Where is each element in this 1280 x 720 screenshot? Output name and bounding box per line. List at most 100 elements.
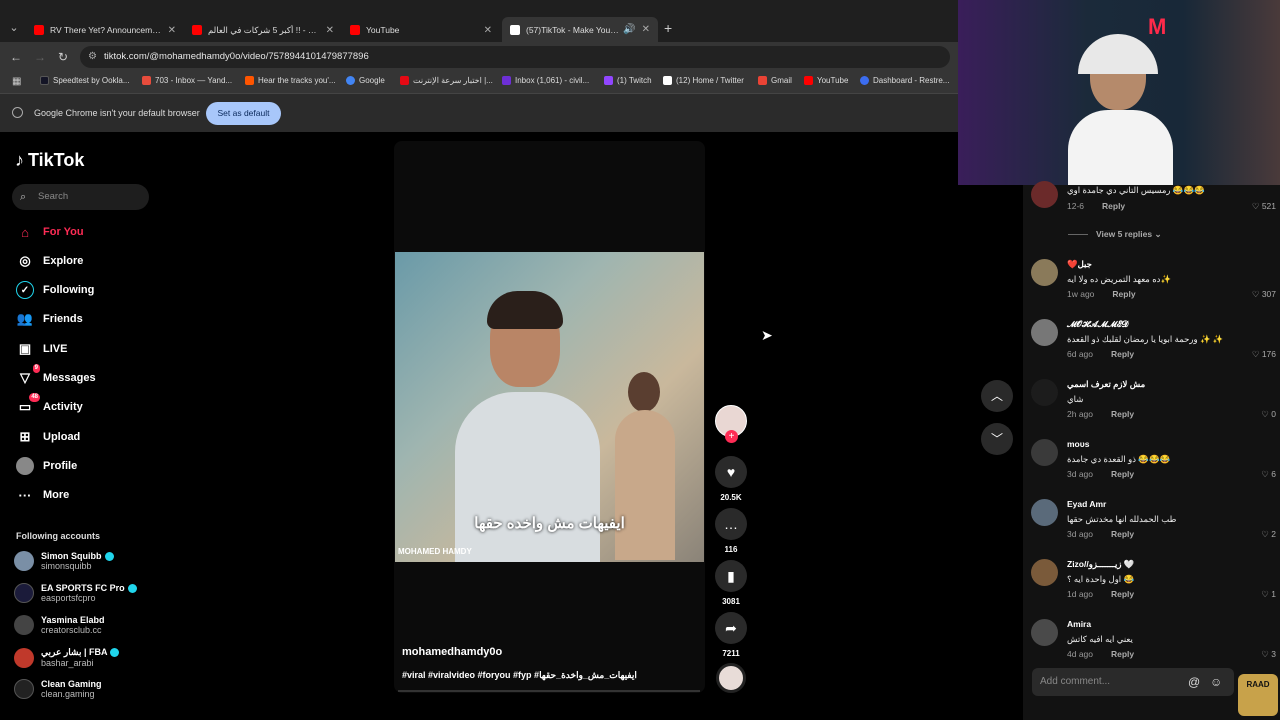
mention-icon[interactable]: @ xyxy=(1188,668,1200,696)
comment-like[interactable]: ♡ 176 xyxy=(1252,349,1276,360)
bookmark[interactable]: Dashboard - Restre... xyxy=(860,76,949,85)
bookmark[interactable]: Inbox (1,061) - civil... xyxy=(502,76,589,85)
apps-icon[interactable]: ▦ xyxy=(12,76,21,87)
following-account[interactable]: Simon Squibb simonsquibb xyxy=(14,551,114,571)
nav-for-you[interactable]: ⌂ For You xyxy=(16,223,83,241)
add-comment-input[interactable]: Add comment... @ ☺ xyxy=(1032,668,1234,696)
bookmark[interactable]: (1) Twitch xyxy=(604,76,652,85)
following-account[interactable]: EA SPORTS FC Pro easportsfcpro xyxy=(14,583,137,603)
speaker-icon[interactable]: 🔊 xyxy=(623,24,635,35)
streamer xyxy=(1068,34,1173,185)
reply-button[interactable]: Reply xyxy=(1111,529,1134,539)
avatar[interactable] xyxy=(1031,559,1058,586)
following-account[interactable]: Clean Gaming clean.gaming xyxy=(14,679,102,699)
save-count: 3081 xyxy=(722,597,740,606)
comment-like[interactable]: ♡ 6 xyxy=(1261,469,1276,480)
tiktok-logo[interactable]: ♪ TikTok xyxy=(15,150,84,171)
back-icon[interactable]: ← xyxy=(10,50,22,64)
close-tab-icon[interactable]: ✕ xyxy=(326,25,334,36)
previous-video-button[interactable]: ︿ xyxy=(981,380,1013,412)
site-info-icon[interactable]: ⚙ xyxy=(88,46,97,68)
creator-avatar[interactable]: + xyxy=(715,405,747,443)
heart-icon[interactable]: ♥ xyxy=(715,456,747,488)
tab-search-chevron-icon[interactable]: ⌄ xyxy=(6,20,22,36)
bookmark[interactable]: 703 - Inbox — Yand... xyxy=(142,76,232,85)
browser-tab[interactable]: RV There Yet? Announcement T ✕ xyxy=(26,19,184,41)
close-tab-icon[interactable]: ✕ xyxy=(642,24,650,35)
reply-button[interactable]: Reply xyxy=(1102,201,1125,211)
reload-icon[interactable]: ↻ xyxy=(58,50,68,64)
bookmark[interactable]: (12) Home / Twitter xyxy=(663,76,744,85)
browser-tab[interactable]: YouTube ✕ xyxy=(342,19,500,41)
save-action[interactable]: ▮ 3081 xyxy=(714,560,748,606)
avatar[interactable] xyxy=(1031,259,1058,286)
bookmark[interactable]: اختبار سرعة الإنترنت |... xyxy=(400,76,493,85)
comment-like[interactable]: ♡ 0 xyxy=(1261,409,1276,420)
nav-activity[interactable]: ▭ 48 Activity xyxy=(16,393,83,416)
avatar[interactable] xyxy=(1031,181,1058,208)
avatar[interactable] xyxy=(1031,319,1058,346)
like-action[interactable]: ♥ 20.5K xyxy=(714,456,748,502)
reply-button[interactable]: Reply xyxy=(1111,409,1134,419)
comment-like[interactable]: ♡ 521 xyxy=(1252,201,1276,212)
nav-friends[interactable]: 👥 Friends xyxy=(16,310,83,328)
browser-tab-active[interactable]: (57)TikTok - Make Your Day 🔊 ✕ xyxy=(502,17,658,42)
bookmark-icon[interactable]: ▮ xyxy=(715,560,747,592)
address-bar-row: ← → ↻ ⚙ tiktok.com/@mohamedhamdy0o/video… xyxy=(0,42,958,72)
view-replies-button[interactable]: View 5 replies ⌄ xyxy=(1068,229,1162,240)
nav-live[interactable]: ▣ LIVE xyxy=(16,340,68,358)
nav-following[interactable]: ✓ Following xyxy=(16,281,94,299)
comment-icon[interactable]: … xyxy=(715,508,747,540)
avatar[interactable] xyxy=(1031,499,1058,526)
follow-plus-icon[interactable]: + xyxy=(725,430,738,443)
nav-profile[interactable]: Profile xyxy=(16,457,77,475)
comment-action[interactable]: … 116 xyxy=(714,508,748,554)
youtube-icon xyxy=(192,25,202,35)
avatar[interactable] xyxy=(1031,379,1058,406)
nav-upload[interactable]: ⊞ Upload xyxy=(16,428,81,446)
video-caption[interactable]: #viral #viralvideo #foryou #fyp #ايفيهات… xyxy=(402,670,637,681)
reply-button[interactable]: Reply xyxy=(1111,469,1134,479)
nav-explore[interactable]: ◎ Explore xyxy=(16,252,83,270)
forward-icon[interactable]: → xyxy=(34,50,46,64)
reply-button[interactable]: Reply xyxy=(1111,589,1134,599)
video-player[interactable]: ايفيهات مش واخده حقها MOHAMED HAMDY xyxy=(395,252,704,562)
set-default-button[interactable]: Set as default xyxy=(206,102,281,125)
bookmark[interactable]: Speedtest by Ookla... xyxy=(40,76,130,85)
next-video-button[interactable]: ﹀ xyxy=(981,423,1013,455)
browser-tab[interactable]: أكبر 5 شركات في العالم !! - YouTube ✕ xyxy=(184,19,342,41)
following-account[interactable]: بشار عربي | FBA bashar_arabi xyxy=(14,647,120,668)
bookmark[interactable]: YouTube xyxy=(804,76,848,85)
share-action[interactable]: ➦ 7211 xyxy=(714,612,748,658)
comment-like[interactable]: ♡ 2 xyxy=(1261,529,1276,540)
nav-more[interactable]: ··· More xyxy=(16,486,70,504)
music-disc[interactable] xyxy=(716,663,746,693)
video-author[interactable]: mohamedhamdy0o xyxy=(402,646,502,658)
bookmark[interactable]: Hear the tracks you'... xyxy=(245,76,336,85)
new-tab-button[interactable]: + xyxy=(664,20,672,36)
comment-item: ❤️جبل ده معهد التمريض ده ولا ايه✨ 1w ago… xyxy=(1031,259,1276,299)
avatar[interactable] xyxy=(1031,619,1058,646)
close-tab-icon[interactable]: ✕ xyxy=(168,25,176,36)
nav-messages[interactable]: ▽ 9 Messages xyxy=(16,364,96,387)
search-input[interactable]: ⌕ Search xyxy=(12,184,149,210)
upload-icon: ⊞ xyxy=(19,429,31,444)
bookmark[interactable]: Gmail xyxy=(758,76,792,85)
comment-like[interactable]: ♡ 1 xyxy=(1261,589,1276,600)
comment-like[interactable]: ♡ 307 xyxy=(1252,289,1276,300)
url-field[interactable]: ⚙ tiktok.com/@mohamedhamdy0o/video/75789… xyxy=(80,46,950,68)
bookmark[interactable]: Google xyxy=(346,76,385,85)
comment-like[interactable]: ♡ 3 xyxy=(1261,649,1276,660)
video-progress-bar[interactable] xyxy=(398,690,700,692)
google-icon xyxy=(346,76,355,85)
reply-button[interactable]: Reply xyxy=(1111,349,1134,359)
emoji-icon[interactable]: ☺ xyxy=(1210,668,1222,696)
reply-button[interactable]: Reply xyxy=(1112,289,1135,299)
reply-button[interactable]: Reply xyxy=(1111,649,1134,659)
messages-icon: ▽ 9 xyxy=(20,364,40,385)
avatar[interactable] xyxy=(1031,439,1058,466)
following-account[interactable]: Yasmina Elabd creatorsclub.cc xyxy=(14,615,105,635)
share-icon[interactable]: ➦ xyxy=(715,612,747,644)
close-tab-icon[interactable]: ✕ xyxy=(484,25,492,36)
verified-icon xyxy=(104,552,114,562)
